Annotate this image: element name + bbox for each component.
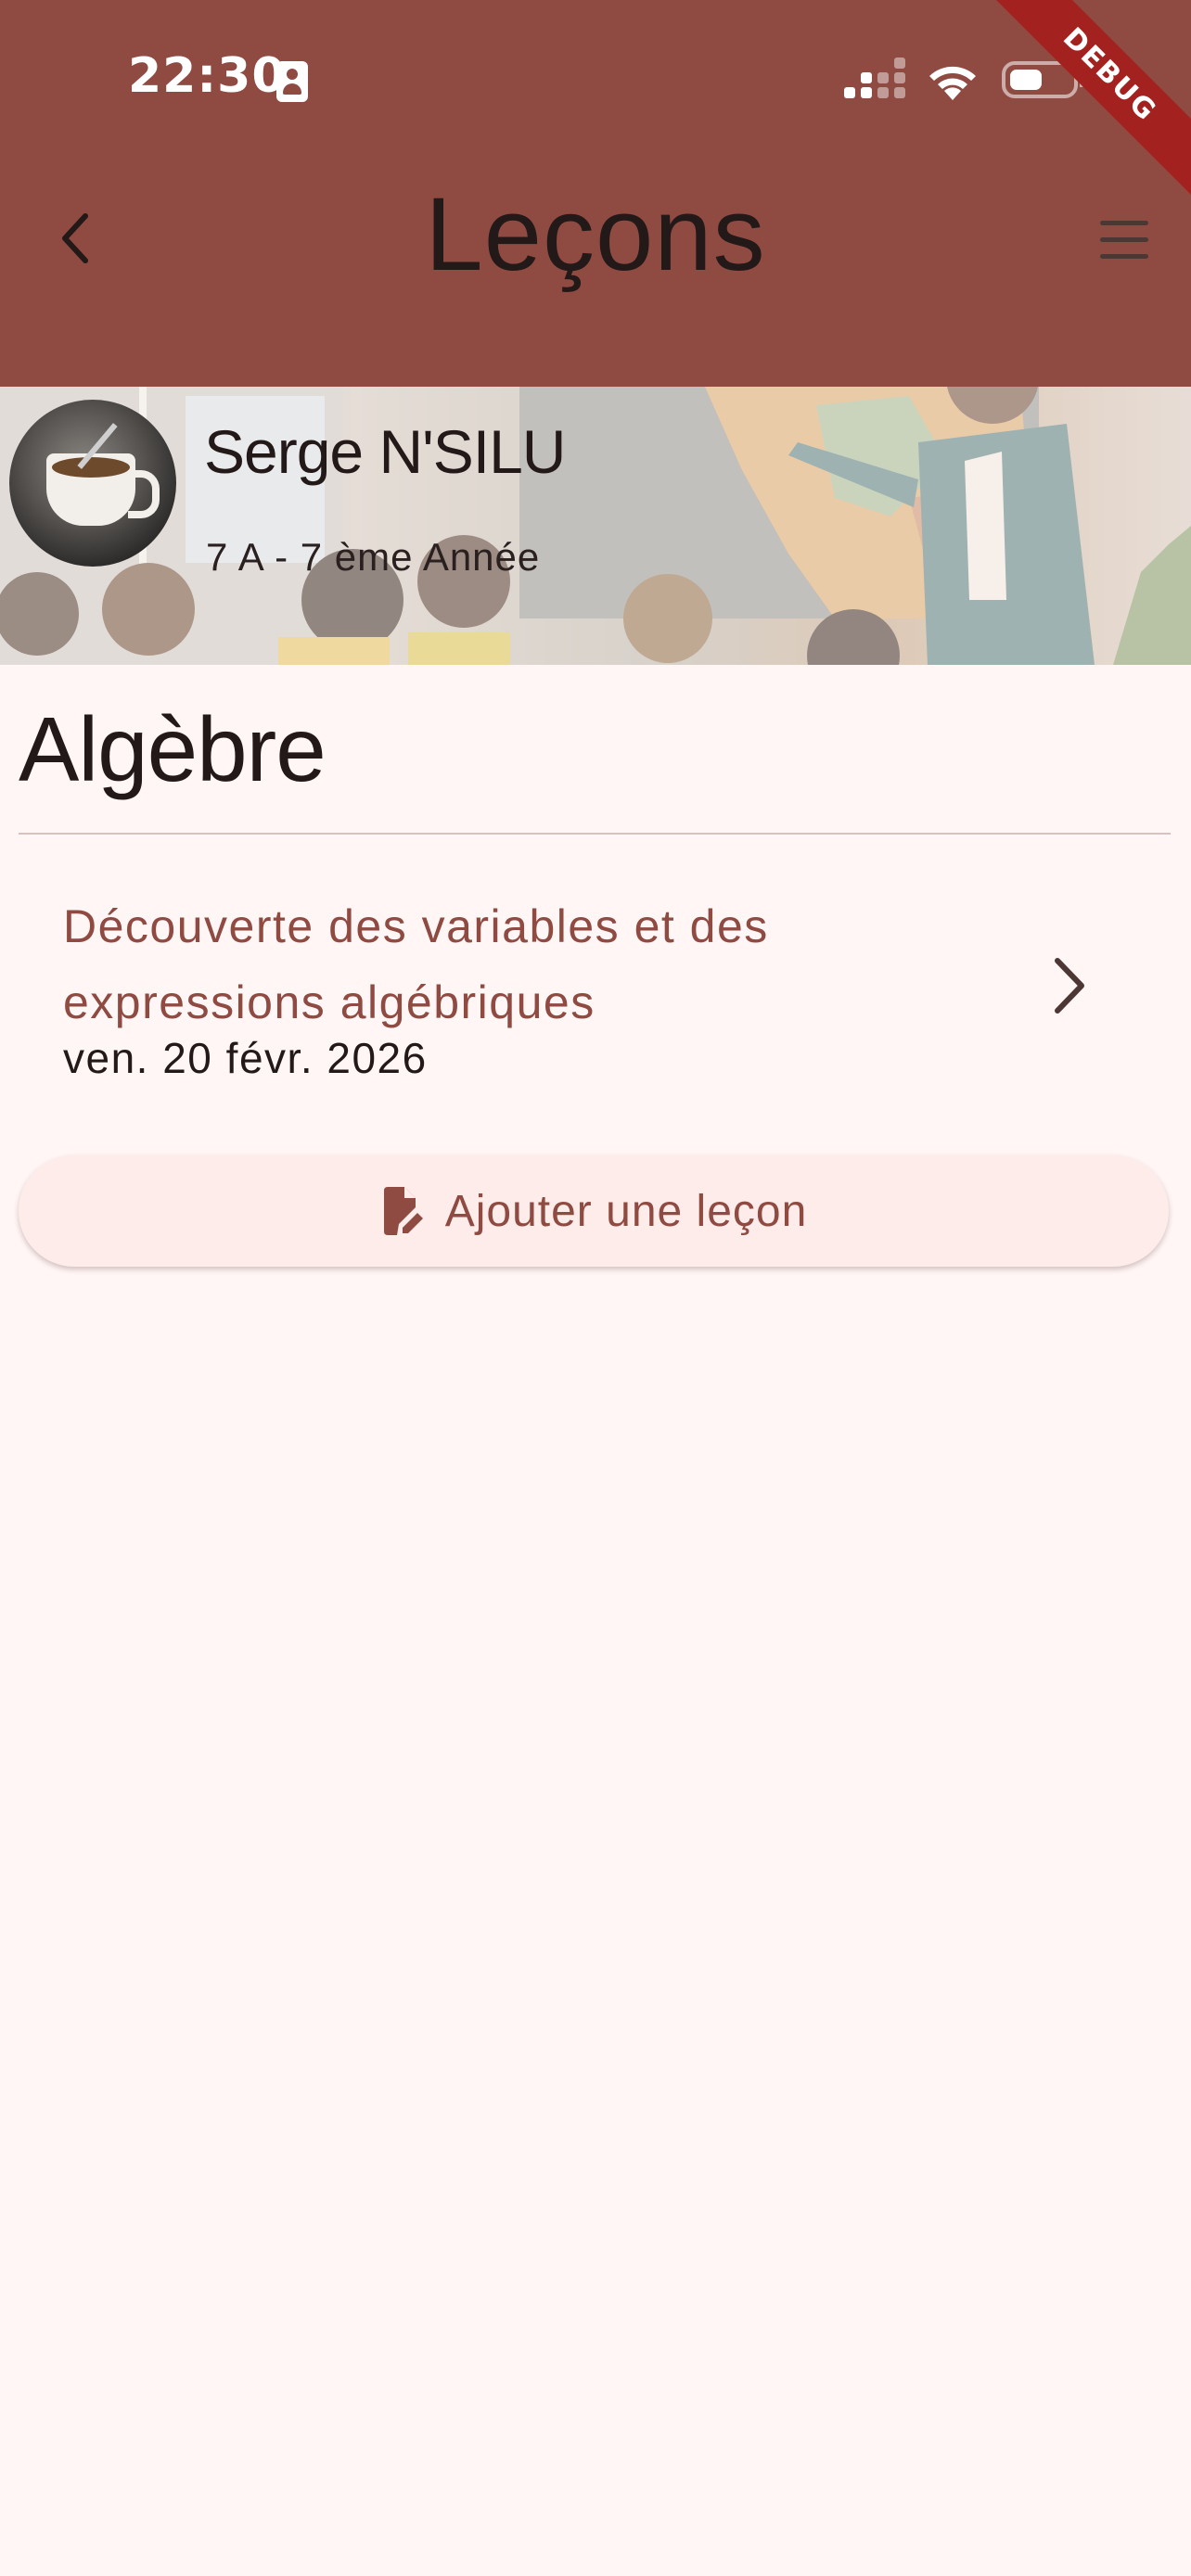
subject-title: Algèbre xyxy=(19,698,327,800)
lesson-date: ven. 20 févr. 2026 xyxy=(63,1034,428,1082)
lesson-title: Découverte des variables et des expressi… xyxy=(63,900,769,1028)
page-title: Leçons xyxy=(425,176,766,292)
app-bar: 22:30 DEBUG Leçons xyxy=(0,0,1191,387)
cellular-signal-icon xyxy=(844,57,905,100)
chevron-right-icon xyxy=(1055,958,1084,1014)
edit-document-icon xyxy=(383,1187,423,1235)
teacher-name: Serge N'SILU xyxy=(204,417,566,486)
list-item[interactable]: Découverte des variables et des expressi… xyxy=(19,862,1171,1103)
add-lesson-button[interactable]: Ajouter une leçon xyxy=(19,1155,1169,1267)
class-label: 7 A - 7 ème Année xyxy=(206,535,541,579)
teacher-header: Serge N'SILU 7 A - 7 ème Année xyxy=(0,387,1191,665)
status-time: 22:30 xyxy=(128,48,287,104)
contact-card-icon xyxy=(276,61,308,102)
avatar[interactable] xyxy=(9,400,176,567)
divider xyxy=(19,833,1171,835)
add-lesson-label: Ajouter une leçon xyxy=(444,1186,808,1236)
wifi-icon xyxy=(929,66,976,100)
hamburger-menu-icon[interactable] xyxy=(1095,213,1156,269)
